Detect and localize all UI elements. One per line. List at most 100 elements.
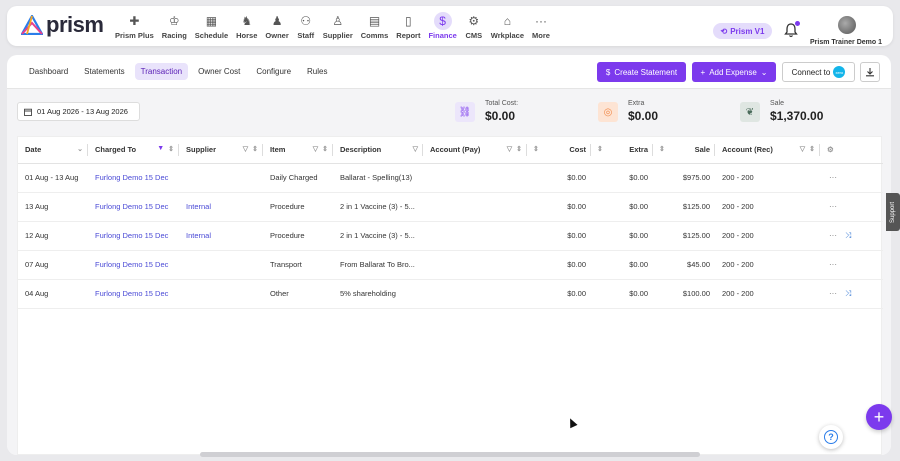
filter-icon[interactable]: ▽ xyxy=(243,145,248,153)
create-statement-button[interactable]: $ Create Statement xyxy=(597,62,686,82)
cell-account-pay xyxy=(423,279,527,309)
total-cost-value: $0.00 xyxy=(485,109,516,123)
horizontal-scrollbar[interactable] xyxy=(200,452,700,457)
nav-item-owner[interactable]: ♟ Owner xyxy=(261,12,292,42)
sort-icon[interactable]: ⇕ xyxy=(168,145,174,153)
sort-icon[interactable]: ⇕ xyxy=(809,145,815,153)
col-settings[interactable]: ⚙ xyxy=(820,137,883,164)
table-row[interactable]: 13 Aug Furlong Demo 15 Dec Internal Procedu… xyxy=(18,192,883,222)
table-header-row: Date ⌄ Charged To ▼ ⇕ Supplier ▽ ⇕ Item ▽ ⇕ Des… xyxy=(18,137,883,164)
col-item[interactable]: Item ▽ ⇕ xyxy=(263,137,333,164)
cell-cost: $0.00 xyxy=(527,221,591,251)
cell-supplier[interactable] xyxy=(179,279,263,309)
sort-icon[interactable]: ⇕ xyxy=(659,145,665,153)
more-dots-icon[interactable]: ··· xyxy=(829,173,837,182)
tab-dashboard[interactable]: Dashboard xyxy=(23,63,74,80)
download-icon xyxy=(866,68,874,77)
nav-item-staff[interactable]: ⚇ Staff xyxy=(293,12,319,42)
col-extra[interactable]: ⇕ Extra xyxy=(591,137,653,164)
sort-icon[interactable]: ⇕ xyxy=(322,145,328,153)
date-range-picker[interactable]: 01 Aug 2026 - 13 Aug 2026 xyxy=(17,102,140,121)
nav-item-prism-plus[interactable]: ✚ Prism Plus xyxy=(111,12,158,42)
nav-item-comms[interactable]: ▤ Comms xyxy=(357,12,393,42)
col-date[interactable]: Date ⌄ xyxy=(18,137,88,164)
col-cost[interactable]: ⇕ Cost xyxy=(527,137,591,164)
nav-item-schedule[interactable]: ▦ Schedule xyxy=(191,12,232,42)
sort-icon[interactable]: ⇕ xyxy=(252,145,258,153)
tab-rules[interactable]: Rules xyxy=(301,63,333,80)
nav-item-supplier[interactable]: ♙ Supplier xyxy=(319,12,357,42)
filter-icon[interactable]: ▽ xyxy=(413,145,418,153)
nav-item-label: Schedule xyxy=(194,31,229,40)
cell-sale: $45.00 xyxy=(653,250,715,280)
cell-extra: $0.00 xyxy=(591,192,653,222)
nav-item-more[interactable]: ··· More xyxy=(528,12,554,42)
col-cost-label: Cost xyxy=(569,145,586,155)
cell-supplier[interactable] xyxy=(179,250,263,280)
add-fab-button[interactable]: + xyxy=(866,404,892,430)
col-supplier[interactable]: Supplier ▽ ⇕ xyxy=(179,137,263,164)
download-button[interactable] xyxy=(860,62,880,82)
sort-icon[interactable]: ⌄ xyxy=(77,145,83,153)
more-dots-icon[interactable]: ··· xyxy=(829,231,837,240)
shuffle-icon[interactable]: ⤨ xyxy=(845,231,851,240)
gear-icon: ⚙ xyxy=(468,14,480,28)
cell-supplier[interactable]: Internal xyxy=(179,221,263,251)
sort-icon[interactable]: ⇕ xyxy=(597,145,603,153)
cell-charged-to[interactable]: Furlong Demo 15 Dec xyxy=(88,163,179,193)
gear-icon[interactable]: ⚙ xyxy=(827,145,834,154)
tab-configure[interactable]: Configure xyxy=(250,63,297,80)
sort-icon[interactable]: ⇕ xyxy=(516,145,522,153)
nav-item-finance[interactable]: $ Finance xyxy=(424,12,460,42)
nav-item-racing[interactable]: ♔ Racing xyxy=(158,12,191,42)
more-dots-icon[interactable]: ··· xyxy=(829,260,837,269)
cell-charged-to[interactable]: Furlong Demo 15 Dec xyxy=(88,221,179,251)
filter-icon[interactable]: ▽ xyxy=(800,145,805,153)
filter-active-icon[interactable]: ▼ xyxy=(157,145,164,153)
cell-charged-to[interactable]: Furlong Demo 15 Dec xyxy=(88,192,179,222)
support-tab[interactable]: Support xyxy=(886,193,900,231)
cell-charged-to[interactable]: Furlong Demo 15 Dec xyxy=(88,250,179,280)
avatar[interactable] xyxy=(838,16,856,34)
nav-item-report[interactable]: ▯ Report xyxy=(392,12,424,42)
row-actions: ··· xyxy=(820,250,883,280)
sort-icon[interactable]: ⇕ xyxy=(533,145,539,153)
cell-date: 07 Aug xyxy=(18,250,88,280)
col-account-pay[interactable]: Account (Pay) ▽ ⇕ xyxy=(423,137,527,164)
col-description[interactable]: Description ▽ xyxy=(333,137,423,164)
shuffle-icon[interactable]: ⤨ xyxy=(845,289,851,298)
total-cost-label: Total Cost: xyxy=(485,100,519,107)
prism-logo[interactable]: prism xyxy=(21,12,104,37)
col-account-rec[interactable]: Account (Rec) ▽ ⇕ xyxy=(715,137,820,164)
cell-charged-to[interactable]: Furlong Demo 15 Dec xyxy=(88,279,179,309)
table-row[interactable]: 01 Aug - 13 Aug Furlong Demo 15 Dec Daily … xyxy=(18,163,883,193)
cell-supplier[interactable] xyxy=(179,163,263,193)
table-row[interactable]: 12 Aug Furlong Demo 15 Dec Internal Procedu… xyxy=(18,221,883,251)
tab-owner-cost[interactable]: Owner Cost xyxy=(192,63,246,80)
more-dots-icon[interactable]: ··· xyxy=(829,202,837,211)
table-row[interactable]: 07 Aug Furlong Demo 15 Dec Transport From B… xyxy=(18,250,883,280)
brand-name: prism xyxy=(46,12,104,37)
dollar-icon: $ xyxy=(605,67,611,77)
col-charged-to[interactable]: Charged To ▼ ⇕ xyxy=(88,137,179,164)
cell-date: 01 Aug - 13 Aug xyxy=(18,163,88,193)
nav-item-wrkplace[interactable]: ⌂ Wrkplace xyxy=(487,12,528,42)
add-expense-button[interactable]: + Add Expense ⌄ xyxy=(692,62,776,82)
col-sale[interactable]: ⇕ Sale xyxy=(653,137,715,164)
nav-item-cms[interactable]: ⚙ CMS xyxy=(461,12,487,42)
cell-supplier[interactable]: Internal xyxy=(179,192,263,222)
help-button[interactable]: ? xyxy=(819,425,843,449)
filter-icon[interactable]: ▽ xyxy=(313,145,318,153)
table-row[interactable]: 04 Aug Furlong Demo 15 Dec Other 5% shareho… xyxy=(18,279,883,309)
version-badge[interactable]: ⟲ Prism V1 xyxy=(713,23,772,39)
connect-to-label: Connect to xyxy=(791,67,831,77)
nav-item-horse[interactable]: ♞ Horse xyxy=(232,12,261,42)
tab-statements[interactable]: Statements xyxy=(78,63,130,80)
more-dots-icon[interactable]: ··· xyxy=(829,289,837,298)
filter-icon[interactable]: ▽ xyxy=(507,145,512,153)
nav-item-label: Racing xyxy=(161,31,187,40)
calendar-icon xyxy=(24,108,32,116)
calendar-icon: ▦ xyxy=(205,14,218,28)
connect-to-xero-button[interactable]: Connect to xero xyxy=(782,62,855,82)
tab-transaction[interactable]: Transaction xyxy=(134,63,189,80)
